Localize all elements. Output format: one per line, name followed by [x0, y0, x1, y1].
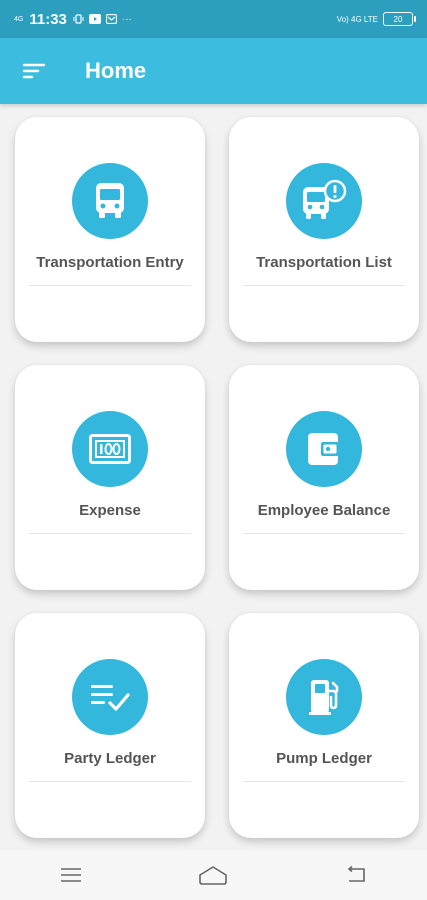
card-icon-circle — [72, 163, 148, 239]
more-notifications-icon: ··· — [121, 13, 132, 25]
bus-icon — [96, 183, 124, 218]
card-expense[interactable]: Expense — [15, 365, 205, 590]
card-employee-balance[interactable]: Employee Balance — [229, 365, 419, 590]
status-left: 4G 11:33 ··· — [14, 11, 132, 28]
status-right: Vo) 4G LTE 20 — [336, 12, 416, 26]
nav-back-button[interactable] — [336, 855, 376, 895]
card-divider — [29, 285, 191, 286]
card-icon-circle — [286, 411, 362, 487]
card-icon-circle — [72, 659, 148, 735]
back-icon — [347, 866, 365, 882]
nav-menu-button[interactable] — [51, 855, 91, 895]
card-label: Transportation Entry — [36, 254, 184, 271]
network-indicator-left: 4G — [14, 15, 24, 23]
sort-menu-icon — [22, 63, 46, 79]
fuel-pump-icon — [309, 680, 339, 715]
vibrate-icon — [73, 14, 84, 24]
card-divider — [243, 533, 405, 534]
notification-icons: ··· — [73, 14, 132, 25]
menu-grid: Transportation Entry Transportation List — [0, 104, 427, 850]
wallet-icon — [308, 433, 339, 465]
bus-alert-icon — [303, 179, 347, 219]
status-bar: 4G 11:33 ··· Vo) 4G LTE 20 — [0, 0, 427, 38]
page-title: Home — [85, 58, 147, 83]
card-label: Employee Balance — [257, 502, 391, 519]
card-divider — [243, 781, 405, 782]
sort-menu-button[interactable] — [20, 57, 48, 85]
mail-icon — [105, 14, 117, 24]
card-icon-circle — [72, 411, 148, 487]
card-icon-circle — [286, 659, 362, 735]
card-transportation-list[interactable]: Transportation List — [229, 117, 419, 342]
card-pump-ledger[interactable]: Pump Ledger — [229, 613, 419, 838]
card-label: Pump Ledger — [276, 750, 372, 767]
nav-home-button[interactable] — [193, 855, 233, 895]
status-time: 11:33 — [29, 10, 67, 28]
app-bar: Home — [0, 38, 427, 104]
list-check-icon — [91, 685, 130, 711]
card-label: Expense — [79, 502, 141, 519]
network-indicator-right: Vo) 4G LTE — [336, 14, 378, 24]
youtube-icon — [88, 14, 101, 24]
battery-level: 20 — [393, 14, 403, 24]
card-label: Transportation List — [256, 254, 392, 271]
card-divider — [243, 285, 405, 286]
card-divider — [29, 781, 191, 782]
card-icon-circle — [286, 163, 362, 239]
card-divider — [29, 533, 191, 534]
card-label: Party Ledger — [64, 750, 156, 767]
system-nav-bar — [0, 850, 427, 900]
home-icon — [199, 866, 228, 885]
cash-icon — [89, 434, 131, 464]
menu-icon — [61, 868, 82, 882]
card-transportation-entry[interactable]: Transportation Entry — [15, 117, 205, 342]
card-party-ledger[interactable]: Party Ledger — [15, 613, 205, 838]
battery-icon: 20 — [383, 12, 416, 26]
